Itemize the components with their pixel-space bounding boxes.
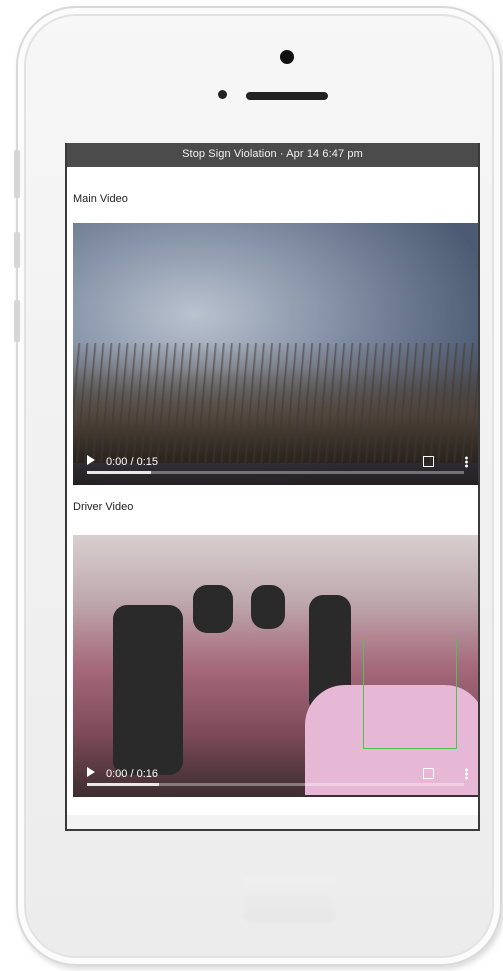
front-camera-icon	[280, 50, 294, 64]
driver-video-label: Driver Video	[73, 501, 134, 513]
main-video-controls: 0:00 / 0:15	[73, 441, 478, 485]
volume-down-button[interactable]	[14, 232, 20, 268]
driver-video-player[interactable]: 0:00 / 0:16	[73, 535, 478, 797]
headrest-2	[251, 585, 285, 629]
screen-bottom-strip	[67, 815, 478, 829]
driver-video-controls: 0:00 / 0:16	[73, 753, 478, 797]
play-icon[interactable]	[87, 767, 95, 777]
main-video-progress-fill	[87, 471, 152, 474]
main-video-time: 0:00 / 0:15	[106, 456, 158, 468]
play-icon[interactable]	[87, 455, 95, 465]
page-title: Stop Sign Violation · Apr 14 6:47 pm	[67, 143, 478, 167]
main-video-progress-track[interactable]	[87, 471, 464, 474]
main-video-label: Main Video	[73, 193, 128, 205]
volume-up-button[interactable]	[14, 150, 20, 198]
headrest-1	[193, 585, 233, 633]
fullscreen-icon[interactable]	[423, 456, 434, 467]
mute-switch[interactable]	[14, 300, 20, 342]
face-detection-box	[363, 639, 457, 749]
more-vertical-icon[interactable]	[465, 768, 468, 780]
home-button[interactable]	[244, 876, 336, 922]
sensor-icon	[218, 90, 227, 99]
earpiece-speaker	[246, 92, 328, 100]
seat-left	[113, 605, 183, 775]
phone-screen: Stop Sign Violation · Apr 14 6:47 pm Mai…	[65, 143, 480, 831]
driver-video-time: 0:00 / 0:16	[106, 768, 158, 780]
fullscreen-icon[interactable]	[423, 768, 434, 779]
main-video-player[interactable]: 0:00 / 0:15	[73, 223, 478, 485]
driver-video-progress-fill	[87, 783, 159, 786]
more-vertical-icon[interactable]	[465, 456, 468, 468]
driver-video-progress-track[interactable]	[87, 783, 464, 786]
